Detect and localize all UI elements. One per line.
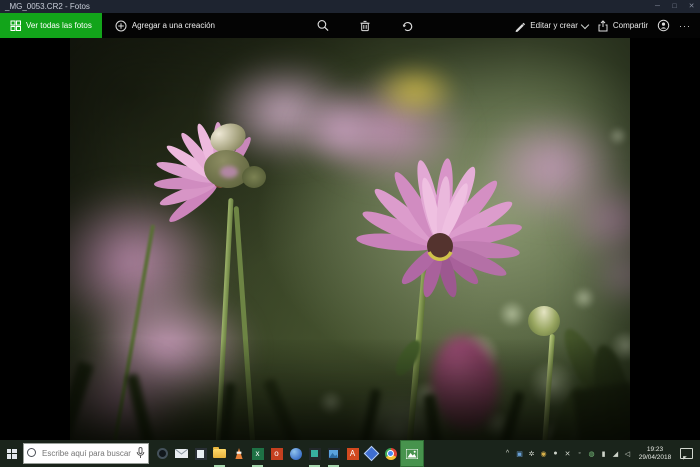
system-tray: ^ ▣ ✲ ◉ ● ✕ ◦ ◍ ▮ ◢ ◁ 19:23 29/04/2018 xyxy=(503,446,700,461)
taskbar-app-vlc[interactable] xyxy=(229,440,248,467)
tray-color-app-icon[interactable]: ◉ xyxy=(539,450,548,458)
chevron-down-icon xyxy=(581,20,589,28)
clock-date: 29/04/2018 xyxy=(635,454,675,462)
add-to-creation-button[interactable]: Agregar a una creación xyxy=(115,20,215,32)
window-controls: ─ □ ✕ xyxy=(649,0,700,13)
tray-gray-app-icon[interactable]: ● xyxy=(551,450,560,457)
taskbar-app-notes[interactable] xyxy=(191,440,210,467)
taskbar-app-photos-active[interactable] xyxy=(400,440,424,467)
see-all-photos-label: Ver todas las fotos xyxy=(26,21,92,30)
window-title: _MG_0053.CR2 - Fotos xyxy=(5,2,90,11)
add-to-creation-label: Agregar a una creación xyxy=(132,21,215,30)
tray-x-app-icon[interactable]: ✕ xyxy=(563,450,572,458)
taskbar-app-edge[interactable] xyxy=(286,440,305,467)
rotate-button[interactable] xyxy=(401,19,414,32)
cortana-icon xyxy=(27,448,36,457)
taskbar-app-diamond[interactable] xyxy=(362,440,381,467)
hidden-icons-chevron[interactable]: ^ xyxy=(503,450,512,457)
taskbar-app-orange-a[interactable]: A xyxy=(343,440,362,467)
edit-pen-icon xyxy=(514,20,526,32)
taskbar-app-file-explorer[interactable] xyxy=(210,440,229,467)
taskbar-apps: x o A xyxy=(153,440,424,467)
photos-toolbar: Ver todas las fotos Agregar a una creaci… xyxy=(0,13,700,38)
share-icon xyxy=(597,20,609,32)
photo[interactable] xyxy=(70,38,630,440)
photo-vignette xyxy=(70,38,630,440)
taskbar-app-chrome[interactable] xyxy=(381,440,400,467)
window-titlebar: _MG_0053.CR2 - Fotos ─ □ ✕ xyxy=(0,0,700,13)
taskbar-app-camera[interactable] xyxy=(305,440,324,467)
tray-blue-app-icon[interactable]: ▣ xyxy=(515,450,524,458)
taskbar-app-photo-viewer[interactable] xyxy=(324,440,343,467)
windows-taskbar: x o A xyxy=(0,440,700,467)
battery-icon[interactable]: ▮ xyxy=(599,450,608,458)
share-label: Compartir xyxy=(613,21,648,30)
maximize-button[interactable]: □ xyxy=(666,0,683,13)
plus-circle-icon xyxy=(115,20,127,32)
viewer-tools xyxy=(317,19,414,32)
taskbar-app-browser[interactable] xyxy=(153,440,172,467)
close-button[interactable]: ✕ xyxy=(683,0,700,13)
windows-logo-icon xyxy=(7,449,17,459)
volume-icon[interactable]: ◁ xyxy=(623,450,632,458)
zoom-button[interactable] xyxy=(317,19,330,32)
people-icon[interactable] xyxy=(657,19,670,32)
tray-flower-app-icon[interactable]: ✲ xyxy=(527,450,536,458)
photo-viewer xyxy=(0,38,700,440)
taskbar-clock[interactable]: 19:23 29/04/2018 xyxy=(635,446,675,461)
taskbar-app-powerpoint[interactable]: o xyxy=(267,440,286,467)
taskbar-app-excel[interactable]: x xyxy=(248,440,267,467)
tray-dot-app-icon[interactable]: ◦ xyxy=(575,450,584,457)
see-more-button[interactable]: ··· xyxy=(679,21,691,31)
tray-green-app-icon[interactable]: ◍ xyxy=(587,450,596,458)
toolbar-right: Editar y crear Compartir ··· xyxy=(514,19,700,32)
edit-create-label: Editar y crear xyxy=(530,21,578,30)
edit-create-button[interactable]: Editar y crear xyxy=(514,20,588,32)
search-input[interactable] xyxy=(23,443,149,464)
network-icon[interactable]: ◢ xyxy=(611,450,620,458)
start-button[interactable] xyxy=(0,440,23,467)
clock-time: 19:23 xyxy=(635,446,675,454)
see-all-photos-button[interactable]: Ver todas las fotos xyxy=(0,13,102,38)
share-button[interactable]: Compartir xyxy=(597,20,648,32)
photo-grid-icon xyxy=(10,20,21,31)
taskbar-app-mail[interactable] xyxy=(172,440,191,467)
taskbar-search[interactable] xyxy=(23,443,149,464)
action-center-icon[interactable] xyxy=(680,448,693,459)
microphone-icon[interactable] xyxy=(136,447,145,459)
delete-button[interactable] xyxy=(359,19,372,32)
minimize-button[interactable]: ─ xyxy=(649,0,666,13)
